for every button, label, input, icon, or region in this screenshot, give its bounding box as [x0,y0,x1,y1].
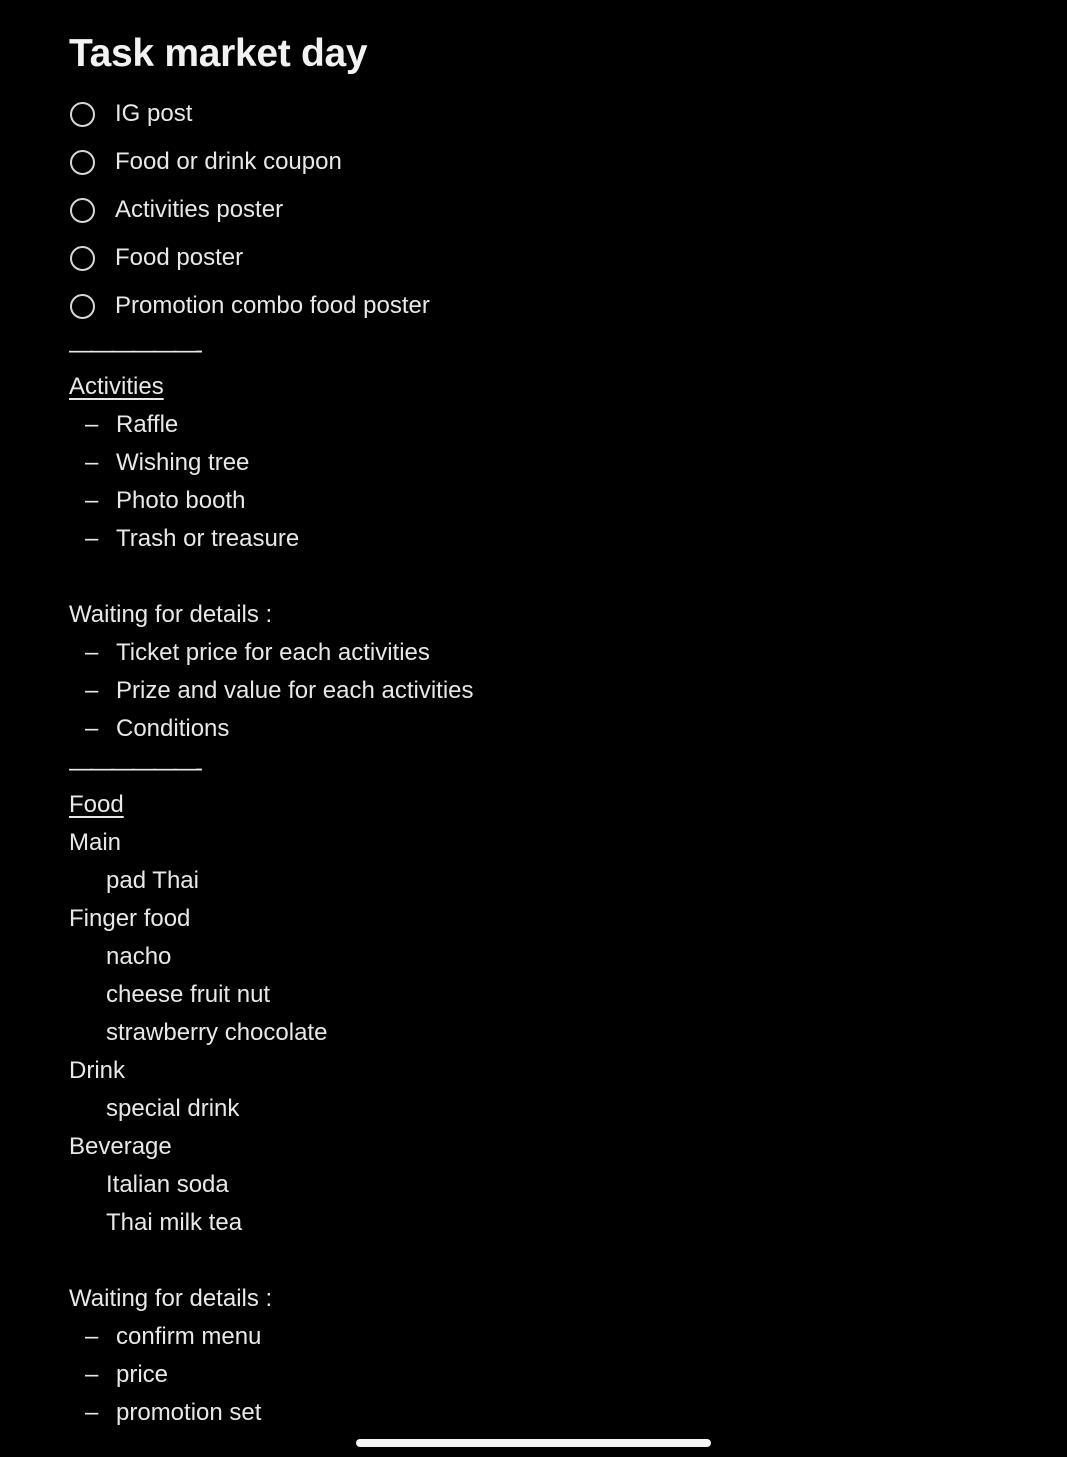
dash-bullet-icon: – [85,1323,99,1350]
note-title[interactable]: Task market day [69,28,1027,80]
list-item[interactable]: – price [69,1356,1027,1394]
checkbox-circle-icon[interactable] [70,149,95,175]
food-group-label[interactable]: Drink [69,1052,1027,1090]
list-item-label: Wishing tree [116,449,250,476]
list-item-label: promotion set [116,1399,262,1426]
checklist-item: Food poster [69,234,1027,282]
list-item[interactable]: – Trash or treasure [69,520,1027,558]
list-item[interactable]: – Ticket price for each activities [69,634,1027,672]
checkbox-circle-icon[interactable] [70,245,95,271]
food-item[interactable]: pad Thai [69,862,1027,900]
list-item-label: Photo booth [116,487,246,514]
food-group-label[interactable]: Main [69,824,1027,862]
checklist-item: Promotion combo food poster [69,282,1027,330]
checkbox-circle-icon[interactable] [70,101,95,127]
dash-bullet-icon: – [85,449,99,476]
list-item[interactable]: – Wishing tree [69,444,1027,482]
list-item-label: confirm menu [116,1323,262,1350]
checklist-item-label[interactable]: Promotion combo food poster [115,287,430,325]
food-item[interactable]: strawberry chocolate [69,1014,1027,1052]
checklist-item-label[interactable]: Activities poster [115,191,283,229]
home-indicator-bar[interactable] [356,1439,711,1447]
list-item-label: Raffle [116,411,179,438]
activities-heading[interactable]: Activities [69,368,1027,406]
checklist: IG post Food or drink coupon Activities … [69,90,1027,330]
dash-bullet-icon: – [85,1361,99,1388]
list-item-label: Trash or treasure [116,525,300,552]
food-item[interactable]: cheese fruit nut [69,976,1027,1014]
list-item[interactable]: – promotion set [69,1394,1027,1432]
note-body[interactable]: Task market day IG post Food or drink co… [69,28,1027,1432]
food-heading[interactable]: Food [69,786,1027,824]
dash-bullet-icon: – [85,715,99,742]
dash-bullet-icon: – [85,525,99,552]
food-item[interactable]: special drink [69,1090,1027,1128]
checklist-item-label[interactable]: IG post [115,95,192,133]
list-item[interactable]: – Conditions [69,710,1027,748]
dash-bullet-icon: – [85,639,99,666]
food-item[interactable]: Thai milk tea [69,1204,1027,1242]
dash-bullet-icon: – [85,1399,99,1426]
list-item[interactable]: – Raffle [69,406,1027,444]
food-group-label[interactable]: Finger food [69,900,1027,938]
checklist-item: Food or drink coupon [69,138,1027,186]
food-item[interactable]: nacho [69,938,1027,976]
checkbox-circle-icon[interactable] [70,293,95,319]
food-item[interactable]: Italian soda [69,1166,1027,1204]
list-item[interactable]: – Prize and value for each activities [69,672,1027,710]
list-item[interactable]: – confirm menu [69,1318,1027,1356]
checklist-item-label[interactable]: Food poster [115,239,243,277]
checklist-item-label[interactable]: Food or drink coupon [115,143,342,181]
list-item[interactable]: – Photo booth [69,482,1027,520]
list-item-label: price [116,1361,169,1388]
list-item-label: Conditions [116,715,230,742]
checkbox-circle-icon[interactable] [70,197,95,223]
activities-waiting-label[interactable]: Waiting for details : [69,596,1027,634]
list-item-label: Ticket price for each activities [116,639,430,666]
text-divider: ——————- [69,755,203,782]
dash-bullet-icon: – [85,411,99,438]
food-group-label[interactable]: Beverage [69,1128,1027,1166]
dash-bullet-icon: – [85,677,99,704]
checklist-item: Activities poster [69,186,1027,234]
text-divider: ——————- [69,337,203,364]
food-waiting-label[interactable]: Waiting for details : [69,1280,1027,1318]
checklist-item: IG post [69,90,1027,138]
list-item-label: Prize and value for each activities [116,677,474,704]
dash-bullet-icon: – [85,487,99,514]
